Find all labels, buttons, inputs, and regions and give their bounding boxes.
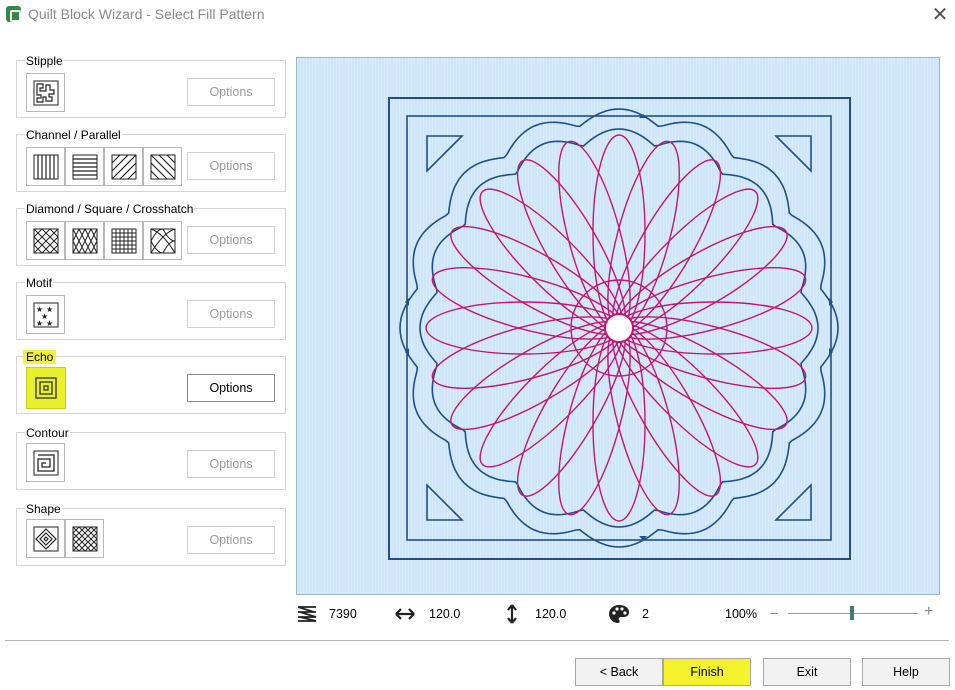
height-icon: [507, 604, 517, 624]
finish-button[interactable]: Finish: [663, 658, 751, 686]
rosette-petal: [431, 267, 623, 340]
square-grid-icon[interactable]: [104, 221, 143, 260]
motif-options-button[interactable]: Options: [187, 300, 275, 328]
window-title: Quilt Block Wizard - Select Fill Pattern: [28, 6, 265, 22]
stitch-count: 7390: [329, 607, 357, 621]
close-icon[interactable]: ✕: [928, 3, 952, 25]
footer-divider: [5, 640, 949, 641]
contour-spiral-icon[interactable]: [26, 443, 65, 482]
contour-options-button[interactable]: Options: [187, 450, 275, 478]
rosette-petal: [431, 316, 623, 389]
app-icon: [6, 6, 21, 22]
help-button[interactable]: Help: [862, 658, 950, 686]
pattern-preview: [296, 57, 940, 595]
rosette-petal: [558, 140, 631, 332]
exit-button[interactable]: Exit: [763, 658, 851, 686]
curved-crosshatch-icon[interactable]: [143, 221, 182, 260]
stipple-pattern-icon[interactable]: [26, 73, 65, 112]
palette-icon: [609, 605, 629, 623]
group-label-shape: Shape: [25, 502, 62, 516]
zoom-slider-thumb[interactable]: [850, 606, 854, 620]
group-contour: Contour Options: [16, 426, 286, 490]
group-diamond-square-crosshatch: Diamond / Square / Crosshatch Options: [16, 202, 286, 266]
status-bar: 7390 120.0 120.0 2 100% − +: [296, 600, 940, 628]
zoom-level: 100%: [725, 607, 757, 621]
width-icon: [395, 608, 415, 620]
group-echo: Echo Options: [16, 350, 286, 414]
rosette-petal: [607, 324, 680, 516]
diamond-options-button[interactable]: Options: [187, 226, 275, 254]
group-label-stipple: Stipple: [25, 54, 64, 68]
svg-text:★: ★: [36, 319, 43, 328]
svg-text:★: ★: [46, 319, 53, 328]
group-label-motif: Motif: [25, 276, 54, 290]
group-label-contour: Contour: [25, 426, 70, 440]
width-value: 120.0: [429, 607, 461, 621]
rosette-petal: [592, 324, 646, 522]
stars-motif-icon[interactable]: ★ ★ ★ ★ ★: [26, 295, 65, 334]
vertical-lines-icon[interactable]: [26, 147, 65, 186]
stitch-count-icon: [297, 606, 317, 622]
rosette-petal: [607, 140, 680, 332]
rosette-petal: [592, 134, 646, 332]
diagonal-lines-left-icon[interactable]: [143, 147, 182, 186]
color-count: 2: [642, 607, 649, 621]
rosette-petal: [615, 267, 807, 340]
diamond-tall-icon[interactable]: [65, 221, 104, 260]
title-bar: Quilt Block Wizard - Select Fill Pattern…: [0, 0, 955, 30]
rosette-petal: [615, 301, 813, 355]
diamond-crosshatch-icon[interactable]: [26, 221, 65, 260]
rosette-petal: [425, 301, 623, 355]
shape-diamond-icon[interactable]: [26, 519, 65, 558]
group-label-diamond: Diamond / Square / Crosshatch: [25, 202, 195, 216]
back-button[interactable]: < Back: [575, 658, 663, 686]
shape-grid-icon[interactable]: [65, 519, 104, 558]
diagonal-lines-right-icon[interactable]: [104, 147, 143, 186]
stipple-options-button[interactable]: Options: [187, 78, 275, 106]
rosette-petal: [558, 324, 631, 516]
height-value: 120.0: [535, 607, 567, 621]
group-shape: Shape Options: [16, 502, 286, 566]
horizontal-lines-icon[interactable]: [65, 147, 104, 186]
zoom-in-icon[interactable]: +: [924, 603, 933, 621]
rosette-petal: [615, 316, 807, 389]
quilt-block-preview: [388, 97, 851, 560]
zoom-out-icon[interactable]: −: [770, 605, 778, 621]
group-channel-parallel: Channel / Parallel Options: [16, 128, 286, 192]
echo-options-button[interactable]: Options: [187, 374, 275, 402]
group-motif: Motif ★ ★ ★ ★ ★ Options: [16, 276, 286, 340]
group-label-channel: Channel / Parallel: [25, 128, 122, 142]
group-stipple: Stipple Options: [16, 54, 286, 118]
shape-options-button[interactable]: Options: [187, 526, 275, 554]
channel-options-button[interactable]: Options: [187, 152, 275, 180]
group-label-echo: Echo: [23, 350, 57, 364]
echo-squares-icon[interactable]: [26, 367, 66, 409]
